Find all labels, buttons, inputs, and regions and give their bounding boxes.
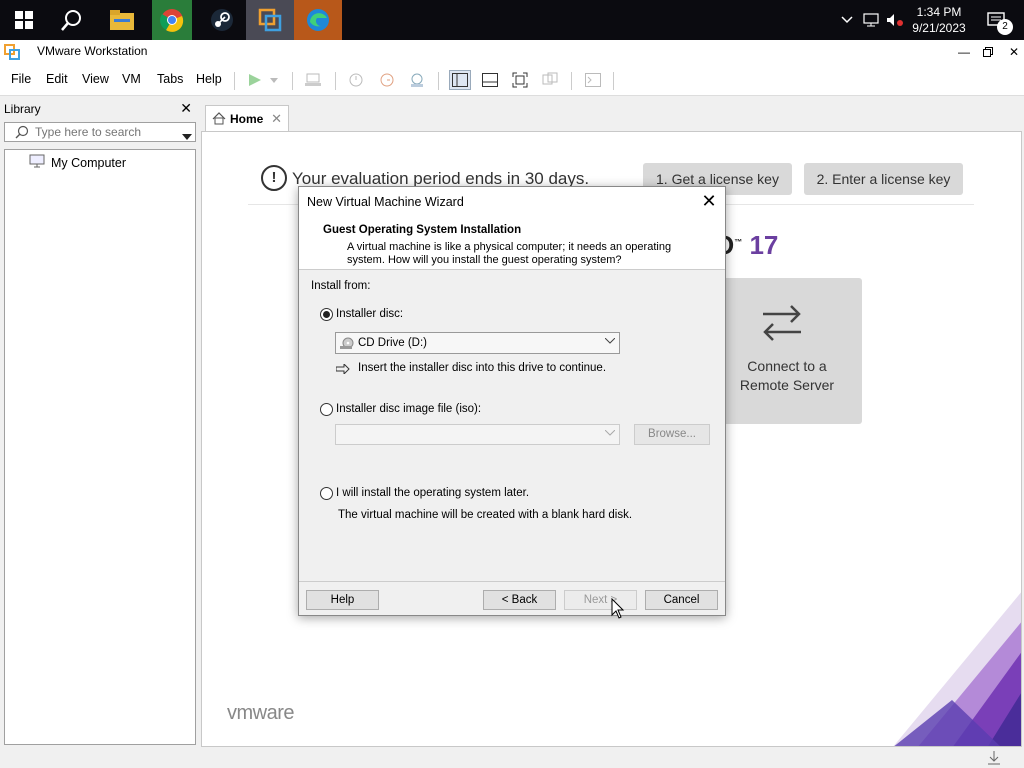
power-dropdown-icon[interactable] [266,70,282,90]
arrow-right-icon [335,362,350,377]
notification-count-badge: 2 [997,19,1013,35]
show-library-icon[interactable] [449,70,471,90]
windows-start-icon[interactable] [0,0,48,40]
back-button[interactable]: < Back [483,590,556,610]
taskbar: 1:34 PM 9/21/2023 2 [0,0,1024,40]
close-dialog-icon[interactable]: ✕ [699,191,719,212]
search-icon[interactable] [48,0,96,40]
install-from-label: Install from: [311,280,371,292]
transfer-arrows-icon [761,302,803,345]
tab-label: Home [230,112,264,126]
minimize-button[interactable]: — [952,40,976,64]
new-vm-wizard-dialog: New Virtual Machine Wizard ✕ Guest Opera… [298,186,726,616]
next-button[interactable]: Next > [564,590,637,610]
help-button[interactable]: Help [306,590,379,610]
warning-icon: ! [261,165,287,191]
clock-time: 1:34 PM [916,5,962,19]
revert-snapshot-icon[interactable] [376,70,398,90]
tab-home[interactable]: Home ✕ [205,105,289,132]
network-icon[interactable] [860,0,882,40]
library-search-input[interactable] [35,124,175,140]
product-version: 17 [749,230,779,260]
trademark-mark: ™ [734,237,743,247]
edge-icon[interactable] [294,0,342,40]
dialog-subtitle: A virtual machine is like a physical com… [347,241,672,266]
menu-edit[interactable]: Edit [46,72,68,86]
connect-remote-server-card[interactable]: Connect to a Remote Server [717,278,862,424]
chrome-icon[interactable] [152,0,192,40]
dialog-title: New Virtual Machine Wizard [307,195,464,209]
installer-disc-label: Installer disc: [336,308,404,320]
dialog-heading: Guest Operating System Installation [323,224,522,236]
installer-disc-radio[interactable] [320,308,333,321]
notification-center-icon[interactable]: 2 [976,0,1016,40]
library-tree: My Computer [4,149,196,745]
insert-disc-hint: Insert the installer disc into this driv… [358,362,607,374]
library-title: Library [4,102,41,116]
chevron-up-icon[interactable] [836,0,858,40]
cd-drive-select[interactable]: CD Drive (D:) [335,332,620,354]
unity-icon[interactable] [539,70,561,90]
dialog-footer: Help < Back Next > Cancel [299,581,725,615]
full-screen-icon[interactable] [509,70,531,90]
close-tab-icon[interactable]: ✕ [271,111,282,127]
remote-card-label: Connect to a Remote Server [717,357,857,395]
menubar: File Edit View VM Tabs Help [0,64,1024,96]
install-later-radio[interactable] [320,487,333,500]
mouse-cursor-icon [611,598,625,619]
menu-vm[interactable]: VM [122,72,141,86]
menu-tabs[interactable]: Tabs [157,72,183,86]
clock-date: 9/21/2023 [912,21,966,35]
menu-view[interactable]: View [82,72,109,86]
send-ctrl-alt-del-icon[interactable] [302,70,324,90]
power-on-icon[interactable] [244,70,266,90]
tree-item-label: My Computer [51,155,127,170]
steam-icon[interactable] [198,0,246,40]
vmware-icon[interactable] [246,0,294,40]
menu-help[interactable]: Help [196,72,222,86]
search-icon [15,125,29,142]
decorative-triangle-graphic [893,592,1021,746]
library-header: Library ✕ [0,100,198,120]
remote-card-line2: Remote Server [739,377,835,393]
restore-button[interactable] [976,40,1000,64]
tab-bar: Home ✕ [200,100,1024,132]
tree-item-my-computer[interactable]: My Computer [29,154,126,171]
enter-license-key-button[interactable]: 2. Enter a license key [804,163,963,195]
vmware-app-icon [4,44,20,63]
console-view-icon[interactable] [582,70,604,90]
computer-icon [29,154,45,171]
snapshot-icon[interactable] [345,70,367,90]
chevron-down-icon [604,336,616,347]
download-status-icon[interactable] [986,750,1002,768]
cancel-button[interactable]: Cancel [645,590,718,610]
install-later-hint: The virtual machine will be created with… [338,509,633,521]
home-icon [212,112,226,128]
iso-image-label: Installer disc image file (iso): [336,403,482,415]
chevron-down-icon [604,428,616,439]
install-later-label: I will install the operating system late… [336,487,530,499]
browse-button[interactable]: Browse... [634,424,710,445]
snapshot-manager-icon[interactable] [406,70,428,90]
close-window-button[interactable]: ✕ [1002,40,1024,64]
close-library-icon[interactable]: ✕ [180,100,192,117]
cd-drive-value: CD Drive (D:) [358,337,427,349]
taskbar-clock[interactable]: 1:34 PM 9/21/2023 [904,4,974,36]
thumbnail-bar-icon[interactable] [479,70,501,90]
iso-image-radio[interactable] [320,403,333,416]
library-search[interactable] [4,122,196,142]
window-title: VMware Workstation [37,44,148,58]
volume-muted-icon[interactable] [884,0,906,40]
dialog-body: Install from: Installer disc: CD Drive (… [299,269,725,581]
iso-path-select[interactable] [335,424,620,445]
folder-icon[interactable] [98,0,146,40]
remote-card-line1: Connect to a [747,358,827,374]
chevron-down-icon[interactable] [182,129,192,143]
menu-file[interactable]: File [11,72,31,86]
vmware-brand-logo: vmware [227,702,295,724]
disc-drive-icon [340,337,354,353]
window-titlebar: VMware Workstation — ✕ [0,40,1024,64]
